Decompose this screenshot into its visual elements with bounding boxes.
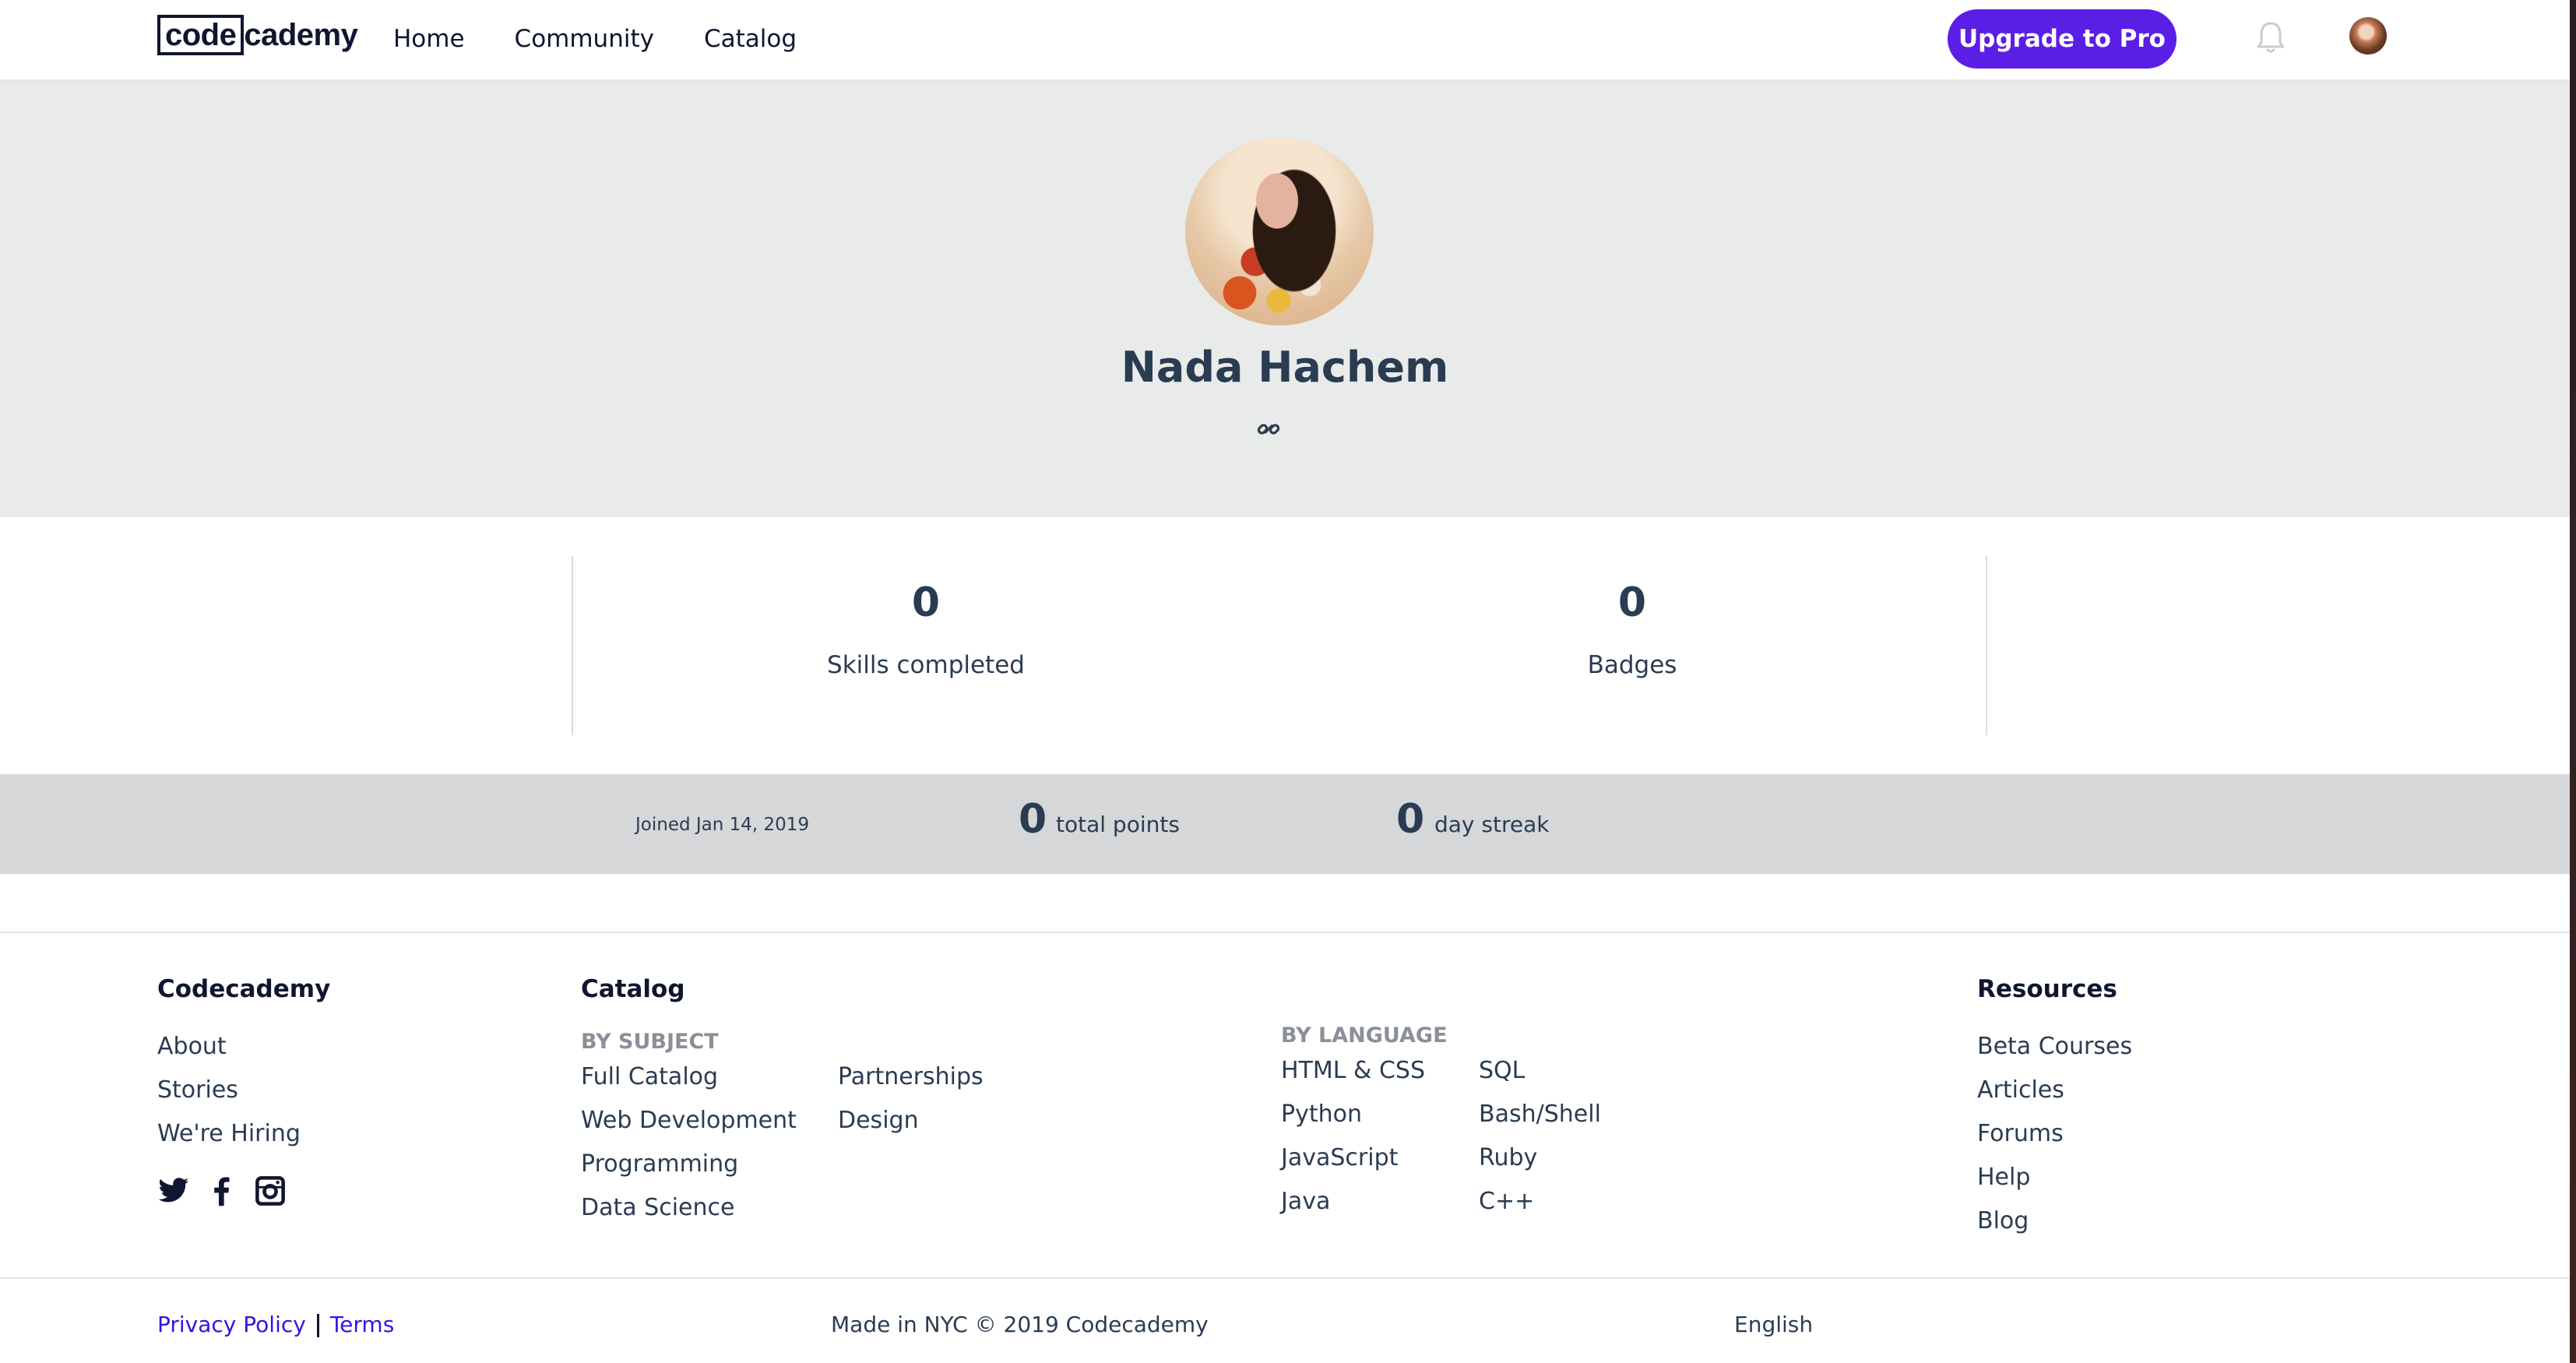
footer-language-column: BY LANGUAGE HTML & CSS Python JavaScript… (1281, 1023, 1601, 1224)
footer-divider (0, 932, 2570, 933)
top-navigation-bar: code cademy Home Community Catalog Upgrad… (0, 0, 2570, 81)
profile-info-bar: Joined Jan 14, 2019 0 total points 0 day… (0, 774, 2570, 874)
facebook-icon[interactable] (206, 1175, 238, 1207)
footer-catalog-heading: Catalog (581, 975, 685, 1003)
footer-help-link[interactable]: Help (1977, 1156, 2132, 1199)
footer-java-link[interactable]: Java (1281, 1180, 1479, 1224)
total-points-label: total points (1056, 812, 1180, 837)
footer-articles-link[interactable]: Articles (1977, 1069, 2132, 1112)
footer-design-link[interactable]: Design (838, 1099, 984, 1143)
footer-beta-courses-link[interactable]: Beta Courses (1977, 1025, 2132, 1069)
footer-data-science-link[interactable]: Data Science (581, 1186, 838, 1230)
website-link-icon[interactable] (1255, 416, 1282, 442)
day-streak-value: 0 (1396, 796, 1425, 843)
footer-cpp-link[interactable]: C++ (1479, 1180, 1601, 1224)
day-streak-label: day streak (1434, 812, 1550, 837)
total-points-value: 0 (1019, 796, 1047, 843)
profile-avatar (1185, 137, 1374, 326)
footer-web-development-link[interactable]: Web Development (581, 1099, 838, 1143)
profile-hero: Nada Hachem (0, 81, 2570, 517)
main-nav: Home Community Catalog (393, 22, 846, 56)
badges-value: 0 (1617, 579, 1647, 626)
footer-subject-list-1: Full Catalog Web Development Programming… (581, 1055, 838, 1230)
privacy-policy-link[interactable]: Privacy Policy (157, 1312, 306, 1337)
skills-completed-label: Skills completed (827, 651, 1025, 679)
footer-programming-link[interactable]: Programming (581, 1143, 838, 1186)
footer-bash-shell-link[interactable]: Bash/Shell (1479, 1093, 1601, 1136)
footer-html-css-link[interactable]: HTML & CSS (1281, 1049, 1479, 1093)
footer-legal-links: Privacy Policy Terms (157, 1312, 394, 1337)
language-selector[interactable]: English (1734, 1312, 1813, 1337)
badges-label: Badges (1587, 651, 1677, 679)
footer-blog-link[interactable]: Blog (1977, 1199, 2132, 1243)
footer-python-link[interactable]: Python (1281, 1093, 1479, 1136)
joined-date: Joined Jan 14, 2019 (635, 815, 810, 835)
stats-divider-right (1986, 556, 1987, 735)
footer-sql-link[interactable]: SQL (1479, 1049, 1601, 1093)
footer-bottom-divider (0, 1277, 2570, 1279)
footer-full-catalog-link[interactable]: Full Catalog (581, 1055, 838, 1099)
footer-javascript-link[interactable]: JavaScript (1281, 1136, 1479, 1180)
footer-about-link[interactable]: About (157, 1025, 330, 1069)
footer-language-list-1: HTML & CSS Python JavaScript Java (1281, 1049, 1479, 1224)
footer-hiring-link[interactable]: We're Hiring (157, 1112, 330, 1156)
footer-subject-list-2: Partnerships Design (838, 1055, 984, 1230)
twitter-icon[interactable] (157, 1175, 190, 1207)
user-avatar-menu[interactable] (2349, 17, 2387, 55)
social-links (157, 1175, 287, 1207)
footer-codecademy-column: Codecademy About Stories We're Hiring (157, 975, 330, 1156)
made-in-nyc-text: Made in NYC © 2019 Codecademy (831, 1312, 1209, 1337)
footer-stories-link[interactable]: Stories (157, 1069, 330, 1112)
footer-catalog-column: Catalog BY SUBJECT Full Catalog Web Deve… (581, 975, 984, 1230)
skills-completed-value: 0 (911, 579, 941, 626)
notification-bell-icon[interactable] (2255, 20, 2286, 55)
upgrade-to-pro-button[interactable]: Upgrade to Pro (1948, 9, 2177, 69)
logo-rest-text: cademy (244, 18, 358, 52)
codecademy-logo[interactable]: code cademy (157, 15, 358, 55)
footer-resources-heading: Resources (1977, 975, 2117, 1003)
stats-divider-left (572, 556, 573, 735)
footer-partnerships-link[interactable]: Partnerships (838, 1055, 984, 1099)
instagram-icon[interactable] (254, 1175, 287, 1207)
footer-language-list-2: SQL Bash/Shell Ruby C++ (1479, 1049, 1601, 1224)
nav-catalog-link[interactable]: Catalog (704, 22, 797, 56)
footer-codecademy-heading: Codecademy (157, 975, 331, 1003)
nav-home-link[interactable]: Home (393, 22, 465, 56)
terms-link[interactable]: Terms (330, 1312, 394, 1337)
nav-community-link[interactable]: Community (515, 22, 654, 56)
footer-by-language-label: BY LANGUAGE (1281, 1023, 1448, 1048)
profile-name: Nada Hachem (1121, 343, 1449, 392)
window-edge (2570, 0, 2576, 1363)
profile-stats: 0 Skills completed 0 Badges (0, 517, 2570, 774)
footer-ruby-link[interactable]: Ruby (1479, 1136, 1601, 1180)
footer-resources-column: Resources Beta Courses Articles Forums H… (1977, 975, 2132, 1243)
footer-forums-link[interactable]: Forums (1977, 1112, 2132, 1156)
footer-by-subject-label: BY SUBJECT (581, 1030, 719, 1054)
logo-boxed-text: code (157, 15, 245, 55)
legal-separator (316, 1314, 319, 1337)
